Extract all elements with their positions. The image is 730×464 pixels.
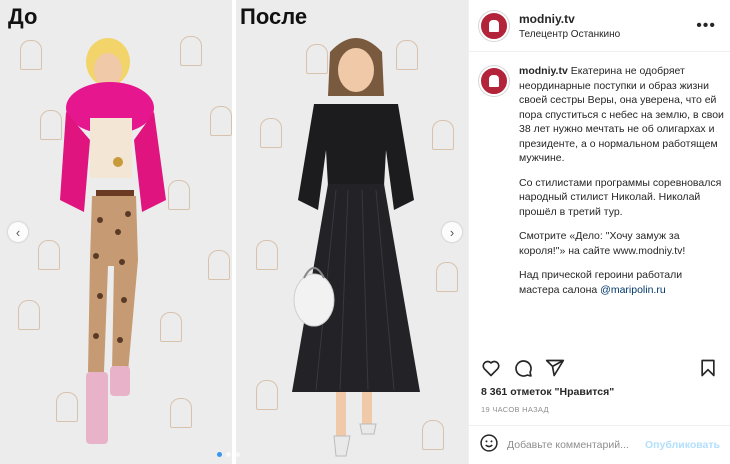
post-media[interactable]: До После ‹ ›	[0, 0, 468, 464]
backdrop-logo	[180, 36, 202, 66]
backdrop-logo	[170, 398, 192, 428]
backdrop-logo	[40, 110, 62, 140]
after-label: После	[240, 4, 308, 29]
backdrop-logo	[18, 300, 40, 330]
backdrop-logo	[160, 312, 182, 342]
backdrop-logo	[20, 40, 42, 70]
bookmark-icon	[701, 359, 715, 377]
username-link[interactable]: modniy.tv	[519, 12, 692, 26]
post-actions	[479, 356, 720, 380]
comment-button[interactable]	[511, 356, 535, 380]
backdrop-logo	[210, 106, 232, 136]
backdrop-logo	[256, 240, 278, 270]
carousel-dot	[235, 452, 240, 457]
carousel-next-button[interactable]: ›	[442, 222, 462, 242]
post-header: modniy.tv Телецентр Останкино •••	[469, 0, 730, 52]
comment-input[interactable]	[507, 439, 646, 451]
backdrop-logo	[422, 420, 444, 450]
backdrop-logo	[306, 44, 328, 74]
backdrop-logo	[260, 118, 282, 148]
backdrop-logo	[38, 240, 60, 270]
caption-paragraph-2: Со стилистами программы соревновался нар…	[519, 176, 722, 218]
logo-icon	[489, 75, 499, 87]
carousel-dot-active	[217, 452, 222, 457]
caption-text: modniy.tv Екатерина не одобряет неордина…	[519, 64, 725, 344]
backdrop-logo	[396, 40, 418, 70]
more-options-button[interactable]: •••	[692, 17, 720, 35]
before-label: До	[8, 4, 38, 29]
backdrop-logo	[432, 120, 454, 150]
heart-icon	[482, 360, 500, 377]
comment-icon	[515, 360, 532, 377]
mention-link[interactable]: @maripolin.ru	[600, 284, 666, 296]
carousel-prev-button[interactable]: ‹	[8, 222, 28, 242]
post-side-panel: modniy.tv Телецентр Останкино ••• modniy…	[468, 0, 730, 464]
backdrop-logo	[168, 180, 190, 210]
post-caption: modniy.tv Екатерина не одобряет неордина…	[479, 64, 725, 344]
location-link[interactable]: Телецентр Останкино	[519, 29, 692, 40]
caption-avatar[interactable]	[479, 66, 509, 96]
carousel-indicator	[217, 452, 240, 457]
post-author: modniy.tv Телецентр Останкино	[519, 12, 692, 40]
avatar[interactable]	[479, 10, 509, 41]
publish-button[interactable]: Опубликовать	[645, 439, 720, 451]
logo-icon	[489, 19, 499, 32]
share-button[interactable]	[543, 356, 567, 380]
chevron-right-icon: ›	[449, 224, 455, 240]
backdrop-logo	[208, 250, 230, 280]
caption-paragraph-1: Екатерина не одобряет неординарные посту…	[519, 65, 724, 164]
likes-count[interactable]: 8 361 отметок "Нравится"	[481, 386, 614, 398]
emoji-button[interactable]	[479, 433, 499, 458]
before-photo: До	[0, 0, 232, 464]
caption-username[interactable]: modniy.tv	[519, 65, 568, 77]
comment-form: Опубликовать	[469, 425, 730, 464]
save-button[interactable]	[696, 356, 720, 380]
chevron-left-icon: ‹	[15, 224, 21, 240]
more-icon: •••	[696, 16, 716, 34]
send-icon	[545, 359, 565, 377]
post-timestamp[interactable]: 19 ЧАСОВ НАЗАД	[481, 405, 549, 414]
backdrop-logo	[436, 262, 458, 292]
backdrop-logo	[256, 380, 278, 410]
like-button[interactable]	[479, 356, 503, 380]
emoji-icon	[480, 433, 498, 452]
backdrop-logo	[56, 392, 78, 422]
carousel-dot	[226, 452, 231, 457]
caption-paragraph-3: Смотрите «Дело: "Хочу замуж за короля!"»…	[519, 230, 686, 257]
after-photo: После	[236, 0, 468, 464]
